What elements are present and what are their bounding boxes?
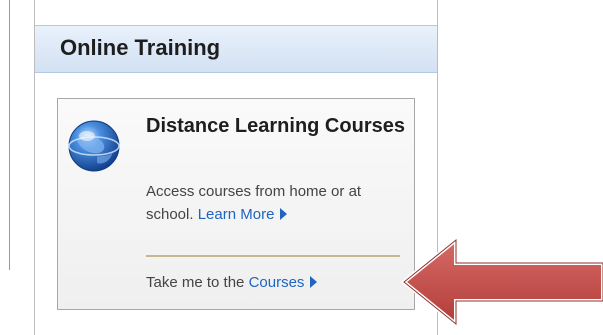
triangle-right-icon xyxy=(310,276,318,288)
red-left-arrow-icon xyxy=(400,236,603,328)
panel-header: Online Training xyxy=(35,25,437,73)
page: Online Training Distance Learning Course… xyxy=(0,0,603,335)
learn-more-label: Learn More xyxy=(197,206,275,223)
panel-title: Online Training xyxy=(60,35,221,60)
triangle-right-icon xyxy=(280,208,288,220)
distance-learning-card: Distance Learning Courses Access courses… xyxy=(57,98,415,310)
online-training-panel: Online Training Distance Learning Course… xyxy=(34,0,438,335)
card-divider xyxy=(146,255,400,257)
card-description: Access courses from home or at school. L… xyxy=(146,180,396,226)
left-panel-border xyxy=(9,0,10,270)
courses-link-row: Take me to the Courses xyxy=(146,274,318,291)
courses-link-label: Courses xyxy=(248,274,305,291)
courses-link[interactable]: Courses xyxy=(249,274,318,291)
globe-icon xyxy=(68,120,120,172)
card-title: Distance Learning Courses xyxy=(146,115,405,137)
courses-prefix: Take me to the xyxy=(146,274,245,291)
learn-more-link[interactable]: Learn More xyxy=(198,206,288,223)
